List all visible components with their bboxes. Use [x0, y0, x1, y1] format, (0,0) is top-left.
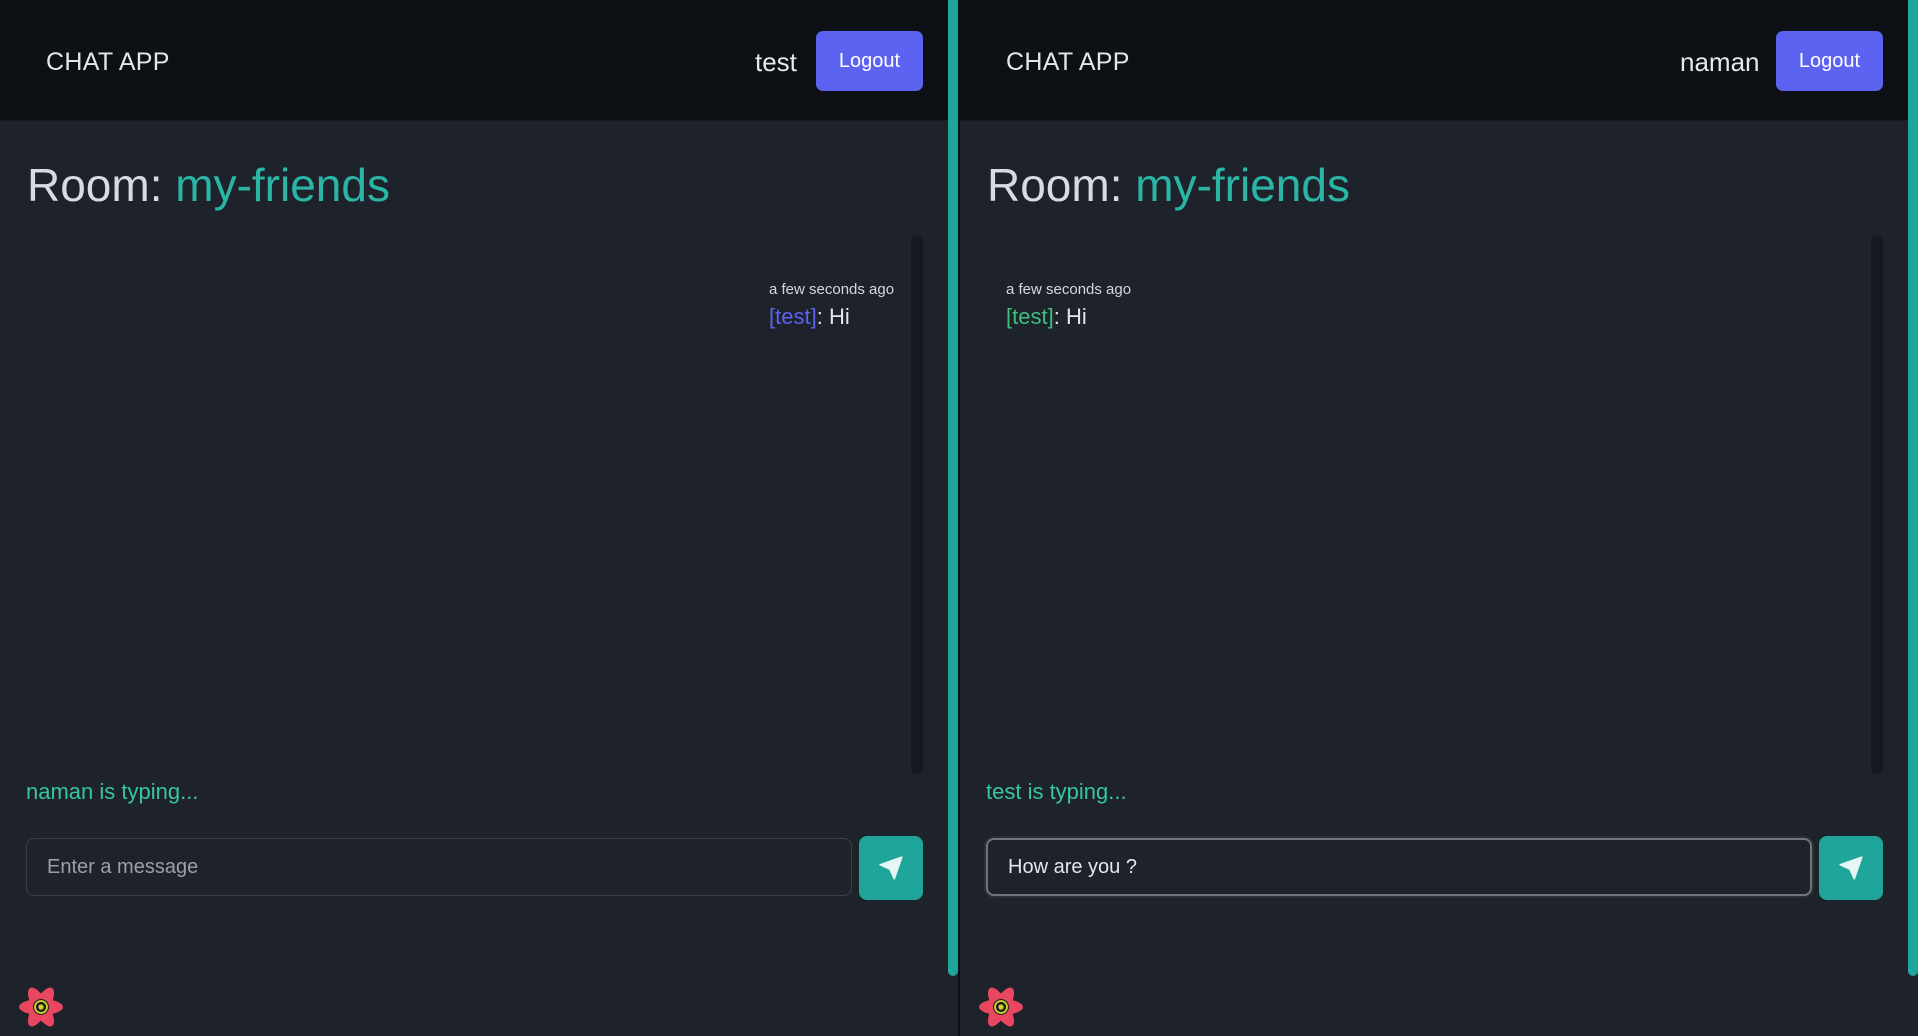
logout-button[interactable]: Logout: [816, 31, 923, 91]
room-label: Room:: [987, 159, 1123, 211]
message-item: a few seconds ago [test]: Hi: [1006, 281, 1131, 330]
page-scrollbar[interactable]: [1908, 0, 1918, 976]
message-separator: :: [816, 304, 823, 329]
send-icon: [1839, 856, 1863, 880]
logout-button[interactable]: Logout: [1776, 31, 1883, 91]
message-line: [test]: Hi: [769, 304, 894, 330]
message-separator: :: [1053, 304, 1060, 329]
message-input[interactable]: [986, 838, 1812, 896]
send-button[interactable]: [859, 836, 923, 900]
message-text: Hi: [1065, 304, 1087, 329]
split-view: CHAT APP test Logout Room: my-friends a …: [0, 0, 1918, 1036]
message-item: a few seconds ago [test]: Hi: [769, 281, 894, 330]
message-timestamp: a few seconds ago: [769, 281, 895, 298]
page-scrollbar[interactable]: [948, 0, 958, 976]
chat-panel-left: CHAT APP test Logout Room: my-friends a …: [0, 0, 958, 1036]
room-label: Room:: [27, 159, 163, 211]
room-heading: Room: my-friends: [27, 158, 390, 212]
room-heading: Room: my-friends: [987, 158, 1350, 212]
react-logo-icon: [19, 987, 63, 1027]
typing-indicator: naman is typing...: [26, 779, 199, 804]
message-sender: [test]: [1006, 304, 1054, 329]
message-text: Hi: [828, 304, 850, 329]
app-title: CHAT APP: [46, 48, 170, 76]
send-button[interactable]: [1819, 836, 1883, 900]
room-name: my-friends: [1135, 159, 1350, 211]
message-timestamp: a few seconds ago: [1006, 281, 1132, 298]
message-input[interactable]: [26, 838, 852, 896]
room-name: my-friends: [175, 159, 390, 211]
message-list-scrollbar[interactable]: [911, 236, 923, 774]
message-list: a few seconds ago [test]: Hi: [27, 236, 897, 776]
app-header: CHAT APP naman Logout: [960, 0, 1918, 121]
chat-panel-right: CHAT APP naman Logout Room: my-friends a…: [960, 0, 1918, 1036]
typing-indicator: test is typing...: [986, 779, 1127, 804]
current-username: naman: [1680, 47, 1760, 77]
message-list-scrollbar[interactable]: [1871, 236, 1883, 774]
react-logo-icon: [979, 987, 1023, 1027]
current-username: test: [755, 47, 797, 77]
app-header: CHAT APP test Logout: [0, 0, 958, 121]
message-sender: [test]: [769, 304, 817, 329]
message-line: [test]: Hi: [1006, 304, 1131, 330]
send-icon: [879, 856, 903, 880]
message-list: a few seconds ago [test]: Hi: [987, 236, 1857, 776]
app-title: CHAT APP: [1006, 48, 1130, 76]
